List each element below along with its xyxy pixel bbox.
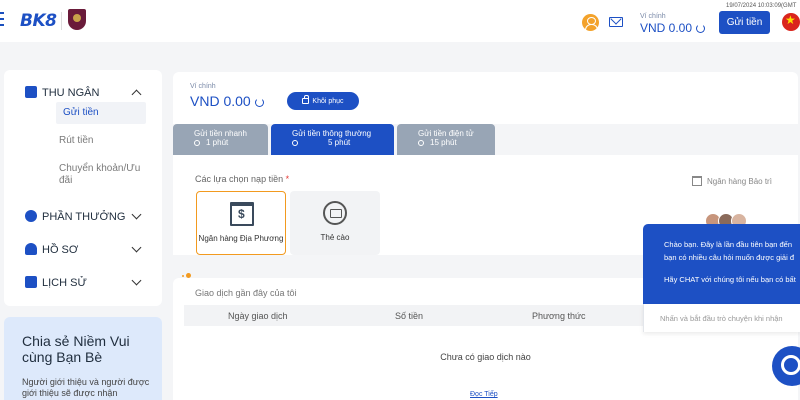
option-label: Thẻ cào <box>320 233 350 242</box>
header-wallet-label: Ví chính <box>640 13 666 20</box>
clock-icon <box>418 140 424 146</box>
empty-state: Chưa có giao dịch nào <box>440 352 531 362</box>
bank-icon <box>230 202 254 226</box>
chat-line-1: Chào bạn. Đây là lần đầu tiên bạn đến <box>664 240 793 249</box>
tab-time: 15 phút <box>430 138 457 147</box>
option-label: Ngân hàng Địa Phương <box>198 234 284 243</box>
refresh-icon[interactable] <box>696 24 706 33</box>
required-mark: * <box>285 174 290 184</box>
logo-divider <box>61 12 62 30</box>
read-more-link[interactable]: Đọc Tiếp <box>470 391 498 398</box>
restore-button[interactable]: Khôi phục <box>287 92 359 110</box>
column-date: Ngày giao dịch <box>228 311 288 321</box>
deposit-options-label: Các lựa chọn nạp tiền * <box>195 174 289 184</box>
refresh-icon[interactable] <box>254 98 264 107</box>
tab-title: Gửi tiền thông thường <box>292 129 372 138</box>
gift-icon <box>25 210 37 222</box>
sidebar-section-rewards[interactable]: PHẦN THƯỞNG <box>4 206 162 228</box>
wallet-icon <box>25 86 37 98</box>
referral-promo[interactable]: Chia sẻ Niềm Vui cùng Bạn Bè Người giới … <box>4 317 162 400</box>
top-header: BK8 19/07/2024 10:03:09(GMT Ví chính VND… <box>0 0 800 42</box>
promo-text: Người giới thiệu và người được giới thiệ… <box>22 377 150 398</box>
tab-normal-deposit[interactable]: Gửi tiền thông thường 5 phút <box>271 124 394 155</box>
clock-icon <box>292 140 298 146</box>
chat-input[interactable]: Nhấn và bắt đầu trò chuyện khi nhận <box>643 304 800 332</box>
chat-popup[interactable]: Chào bạn. Đây là lần đầu tiên bạn đến bạn… <box>643 224 800 304</box>
partner-crest-icon <box>68 9 86 30</box>
bank-maintenance-link[interactable]: Ngân hàng Bảo trì <box>692 176 772 186</box>
flag-icon[interactable] <box>782 13 800 31</box>
history-title: Giao dịch gần đây của tôi <box>195 288 297 298</box>
chat-line-2: bạn có nhiều câu hỏi muốn được giải đ <box>664 253 795 262</box>
sidebar: THU NGÂN Gửi tiền Rút tiền Chuyển khoản/… <box>4 70 162 306</box>
sidebar-section-title: LỊCH SỬ <box>42 277 87 289</box>
user-icon[interactable] <box>582 14 599 31</box>
sidebar-section-profile[interactable]: HỒ SƠ <box>4 239 162 261</box>
dot <box>182 275 184 277</box>
sidebar-section-cashier[interactable]: THU NGÂN <box>4 82 162 104</box>
tab-time: 1 phút <box>206 138 229 147</box>
bank-icon <box>692 176 702 186</box>
clock-icon <box>194 140 200 146</box>
wallet-value: VND 0.00 <box>190 93 251 109</box>
chevron-down-icon[interactable] <box>131 275 142 286</box>
promo-title: Chia sẻ Niềm Vui cùng Bạn Bè <box>22 333 130 365</box>
chat-line-3: Hãy CHAT với chúng tôi nếu bạn có bất <box>664 275 796 284</box>
bank-maintenance-label: Ngân hàng Bảo trì <box>707 176 772 186</box>
lock-icon <box>302 95 310 104</box>
sidebar-item-withdraw[interactable]: Rút tiền <box>56 135 146 147</box>
mail-icon[interactable] <box>609 17 623 27</box>
header-wallet-balance: VND 0.00 <box>640 21 706 35</box>
tab-fast-deposit[interactable]: Gửi tiền nhanh 1 phút <box>173 124 268 155</box>
history-icon <box>25 276 37 288</box>
sidebar-section-title: HỒ SƠ <box>42 244 79 256</box>
wallet-card: Ví chính VND 0.00 Khôi phục <box>173 72 798 124</box>
option-scratch-card[interactable]: Thẻ cào <box>290 191 380 255</box>
brand-logo[interactable]: BK8 <box>20 11 57 31</box>
deposit-options-text: Các lựa chọn nạp tiền <box>195 174 284 184</box>
sidebar-section-title: THU NGÂN <box>42 87 100 99</box>
chevron-down-icon[interactable] <box>131 242 142 253</box>
wallet-label: Ví chính <box>190 83 216 90</box>
sidebar-item-transfer[interactable]: Chuyển khoản/Ưu đãi <box>56 163 146 187</box>
tab-time: 5 phút <box>328 138 351 147</box>
header-deposit-button[interactable]: Gửi tiền <box>719 11 770 34</box>
tab-title: Gửi tiền điện tử <box>418 129 474 138</box>
sidebar-section-title: PHẦN THƯỞNG <box>42 211 126 223</box>
restore-button-label: Khôi phục <box>312 97 344 105</box>
sidebar-item-deposit[interactable]: Gửi tiền <box>56 102 146 124</box>
header-wallet-value: VND 0.00 <box>640 21 693 35</box>
tab-title: Gửi tiền nhanh <box>194 129 247 138</box>
sidebar-section-history[interactable]: LỊCH SỬ <box>4 272 162 294</box>
card-icon <box>323 201 347 225</box>
chat-line: Chào bạn. Đây là lần đầu tiên bạn đến bạn… <box>664 238 800 264</box>
tab-crypto-deposit[interactable]: Gửi tiền điện tử 15 phút <box>397 124 495 155</box>
profile-icon <box>25 243 37 255</box>
menu-icon[interactable] <box>0 12 4 28</box>
option-local-bank[interactable]: Ngân hàng Địa Phương <box>196 191 286 255</box>
chevron-up-icon[interactable] <box>131 89 142 100</box>
header-date: 19/07/2024 10:03:09(GMT <box>726 3 797 9</box>
column-method: Phương thức <box>532 311 586 321</box>
wallet-balance: VND 0.00 <box>190 93 264 109</box>
chevron-down-icon[interactable] <box>131 209 142 220</box>
column-amount: Số tiền <box>395 311 424 321</box>
